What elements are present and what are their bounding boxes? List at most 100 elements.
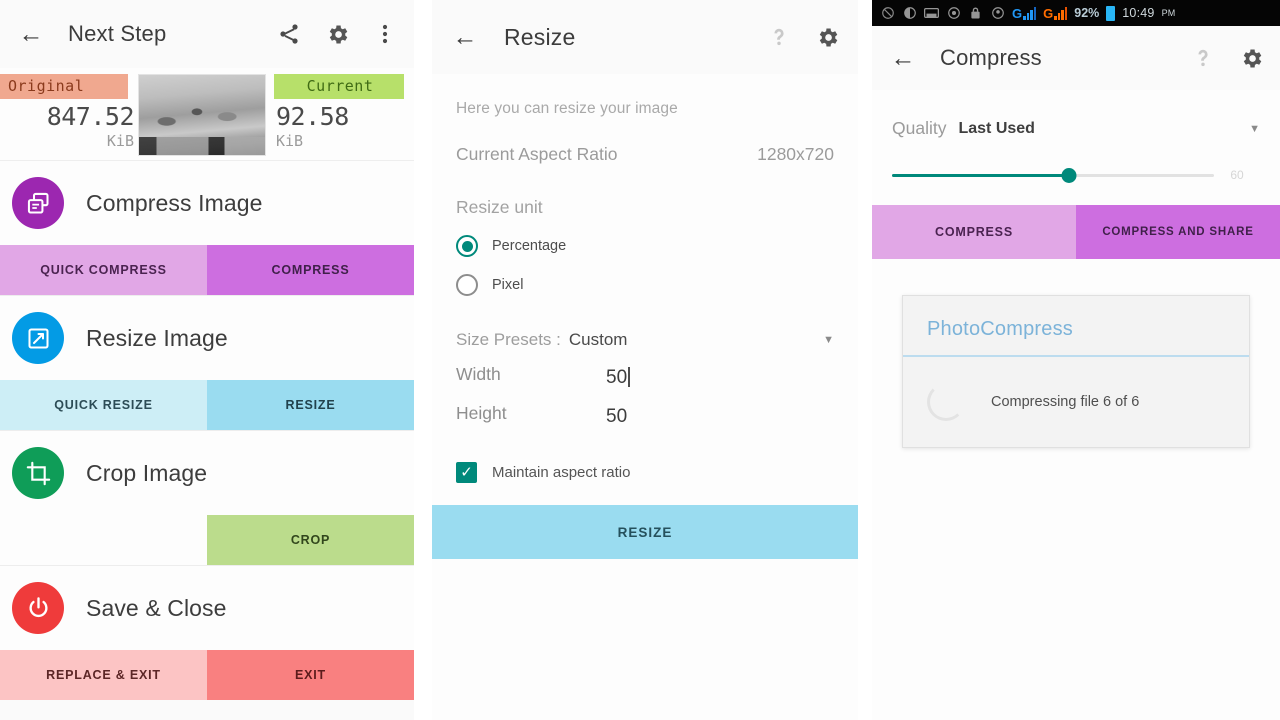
- sim2-letter: G: [1043, 5, 1054, 21]
- crop-image-icon: [12, 447, 64, 499]
- quality-slider[interactable]: [892, 165, 1214, 185]
- maintain-aspect-ratio-label: Maintain aspect ratio: [492, 464, 631, 481]
- width-field-row: Width 50: [456, 364, 834, 389]
- page-title: Resize: [504, 23, 576, 50]
- quick-compress-button[interactable]: QUICK COMPRESS: [0, 245, 207, 295]
- feature-header: Crop Image: [0, 431, 414, 515]
- share-icon[interactable]: [276, 21, 302, 47]
- size-presets-value: Custom: [568, 330, 628, 349]
- lock-icon: [968, 6, 983, 21]
- feature-header: Resize Image: [0, 296, 414, 380]
- quality-dropdown[interactable]: Quality Last Used ▼: [892, 90, 1260, 139]
- resize-button[interactable]: RESIZE: [207, 380, 414, 430]
- aspect-ratio-label: Current Aspect Ratio: [456, 144, 618, 164]
- height-input[interactable]: 50: [606, 406, 834, 428]
- maintain-aspect-ratio-checkbox[interactable]: ✓ Maintain aspect ratio: [456, 462, 834, 483]
- help-icon[interactable]: [1190, 45, 1216, 71]
- size-presets-label: Size Presets :: [456, 330, 561, 349]
- feature-title: Save & Close: [86, 594, 227, 621]
- gear-icon[interactable]: [324, 21, 350, 47]
- exit-button[interactable]: EXIT: [207, 650, 414, 700]
- camera-icon: [946, 6, 961, 21]
- help-icon[interactable]: [766, 24, 792, 50]
- panel-gap: [858, 0, 872, 720]
- compress-button[interactable]: COMPRESS: [872, 205, 1076, 259]
- compress-and-share-button[interactable]: COMPRESS AND SHARE: [1076, 205, 1280, 259]
- sim2-bars-icon: [1054, 6, 1068, 20]
- gear-icon[interactable]: [814, 24, 840, 50]
- radio-pixel-icon[interactable]: [456, 274, 478, 296]
- page-title: Compress: [940, 45, 1042, 70]
- status-meridiem: PM: [1161, 8, 1176, 18]
- sd-card-icon: [924, 6, 939, 21]
- aspect-ratio-value: 1280x720: [757, 144, 834, 164]
- text-cursor: [628, 367, 630, 387]
- back-arrow-icon[interactable]: ←: [16, 19, 46, 49]
- dialog-message: Compressing file 6 of 6: [991, 394, 1140, 410]
- contrast-icon: [902, 6, 917, 21]
- panel-resize: ← Resize Here you can resize your image: [432, 0, 858, 720]
- height-label: Height: [456, 403, 507, 423]
- slider-thumb[interactable]: [1061, 167, 1077, 183]
- aspect-ratio-row: Current Aspect Ratio 1280x720: [456, 144, 834, 165]
- page-title: Next Step: [68, 21, 167, 46]
- compress-form: Quality Last Used ▼ 60 COMPRESS COMPRESS…: [872, 90, 1280, 720]
- sim1-letter: G: [1012, 5, 1023, 21]
- resize-image-icon: [12, 312, 64, 364]
- radio-percentage[interactable]: Percentage: [456, 235, 834, 257]
- compress-button[interactable]: COMPRESS: [207, 245, 414, 295]
- width-label: Width: [456, 364, 501, 384]
- more-vertical-icon[interactable]: [372, 21, 398, 47]
- app-icon: [990, 6, 1005, 21]
- feature-crop-image: Crop Image CROP: [0, 431, 414, 565]
- battery-percentage: 92%: [1074, 6, 1100, 20]
- crop-button[interactable]: CROP: [207, 515, 414, 565]
- status-time: 10:49: [1122, 6, 1155, 20]
- height-field-row: Height 50: [456, 403, 834, 428]
- appbar-next-step: ← Next Step: [0, 0, 414, 68]
- appbar-actions: [766, 24, 840, 50]
- replace-and-exit-button[interactable]: REPLACE & EXIT: [0, 650, 207, 700]
- panel-compress: G G 92% 10:49 PM ← Compress Quality Last…: [872, 0, 1280, 720]
- quality-value: Last Used: [958, 119, 1035, 137]
- radio-percentage-icon[interactable]: [456, 235, 478, 257]
- checkbox-checked-icon[interactable]: ✓: [456, 462, 477, 483]
- image-thumbnail: [138, 74, 266, 156]
- resize-form: Here you can resize your image Current A…: [432, 74, 858, 720]
- current-size-block: Current 92.58 KiB: [274, 68, 414, 160]
- original-size-unit: KiB: [106, 132, 134, 150]
- current-size-unit: KiB: [276, 132, 304, 150]
- feature-compress-image: Compress Image QUICK COMPRESS COMPRESS: [0, 161, 414, 295]
- appbar-actions: [276, 21, 398, 47]
- resize-hint: Here you can resize your image: [456, 100, 678, 117]
- panel-gap: [414, 0, 432, 720]
- original-badge: Original: [0, 74, 128, 99]
- resize-submit-button[interactable]: RESIZE: [432, 505, 858, 559]
- feature-title: Compress Image: [86, 189, 263, 216]
- feature-title: Crop Image: [86, 459, 208, 486]
- size-presets-dropdown[interactable]: Size Presets : Custom ▼: [456, 330, 834, 350]
- battery-icon: [1106, 5, 1116, 21]
- screenshot-root: ← Next Step Original 847.52 KiB Current …: [0, 0, 1280, 720]
- back-arrow-icon[interactable]: ←: [888, 43, 918, 73]
- radio-pixel[interactable]: Pixel: [456, 274, 834, 296]
- slider-fill: [892, 173, 1070, 177]
- width-input[interactable]: 50: [606, 367, 834, 389]
- quick-resize-button[interactable]: QUICK RESIZE: [0, 380, 207, 430]
- sim2-signal: G: [1043, 5, 1068, 21]
- back-arrow-icon[interactable]: ←: [450, 22, 480, 52]
- quality-slider-row: 60: [892, 165, 1260, 185]
- chevron-down-icon[interactable]: ▼: [823, 334, 834, 346]
- original-size-block: Original 847.52 KiB: [0, 68, 140, 160]
- loading-spinner-icon: [927, 383, 965, 421]
- feature-header: Compress Image: [0, 161, 414, 245]
- gear-icon[interactable]: [1238, 45, 1264, 71]
- radio-pixel-label: Pixel: [492, 277, 524, 293]
- crop-button-row: CROP: [0, 515, 414, 565]
- feature-header: Save & Close: [0, 566, 414, 650]
- feature-title: Resize Image: [86, 324, 228, 351]
- save-button-row: REPLACE & EXIT EXIT: [0, 650, 414, 700]
- current-size-value: 92.58: [276, 102, 349, 131]
- sim1-bars-icon: [1023, 6, 1037, 20]
- chevron-down-icon[interactable]: ▼: [1249, 123, 1260, 135]
